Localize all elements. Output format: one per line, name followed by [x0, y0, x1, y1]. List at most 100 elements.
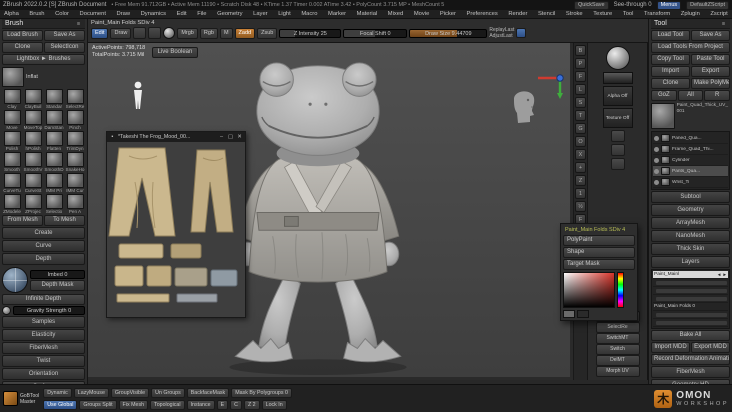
subtool-item[interactable]: Cylinder: [653, 155, 728, 166]
brush-thumbnail[interactable]: [4, 173, 21, 188]
stroke-type-icon[interactable]: [133, 27, 146, 39]
shelf-plugin-button[interactable]: Switch: [596, 344, 640, 355]
subtool-thumbnail[interactable]: [661, 145, 670, 153]
m-toggle[interactable]: M: [220, 28, 233, 39]
bottom-shelf-button[interactable]: LazyMouse: [74, 388, 109, 398]
bottom-shelf-button[interactable]: Fix Mesh: [119, 400, 149, 410]
brush-thumbnail[interactable]: [46, 152, 63, 167]
brush-section-header[interactable]: Orientation: [2, 368, 85, 380]
layer-context-popup[interactable]: Paint_Main Folds SDiv 4 PolyPaintShapeTa…: [560, 223, 638, 321]
tool-action-button[interactable]: Export: [691, 66, 730, 77]
layer-action-button[interactable]: Export MDD: [691, 342, 730, 353]
layer-intensity-bar[interactable]: [656, 321, 727, 325]
brush-thumbnail[interactable]: [46, 89, 63, 104]
transform-gizmo[interactable]: [536, 69, 574, 99]
draw-size-slider[interactable]: Draw Size 9.44709: [409, 29, 487, 38]
floor-grid-icon[interactable]: F: [575, 71, 586, 82]
transparency-icon[interactable]: T: [575, 110, 586, 121]
layer-item[interactable]: Paint_Main Folds 0: [653, 303, 728, 311]
bottom-shelf-button[interactable]: Un Groups: [151, 388, 185, 398]
brush-item[interactable]: SelectRe: [65, 89, 85, 109]
brush-thumbnail[interactable]: [25, 173, 42, 188]
brush-mesh-button[interactable]: From Mesh: [2, 215, 43, 226]
palette-collapse-icon[interactable]: ≡: [720, 21, 727, 27]
brush-item[interactable]: Smooth: [2, 152, 22, 172]
tool-action-button[interactable]: R: [704, 90, 730, 101]
bottom-shelf-button[interactable]: Mask By Polygroups 0: [231, 388, 292, 398]
brush-mesh-button[interactable]: To Mesh: [44, 215, 85, 226]
reference-window-titlebar[interactable]: ▪ *Takeshi The Frog_Mood_00... – ▢ ✕: [107, 132, 245, 142]
brush-item[interactable]: Move: [2, 110, 22, 130]
subtool-item[interactable]: Wrist_Ti: [653, 177, 728, 188]
current-brush[interactable]: Inflat: [2, 67, 85, 87]
bottom-shelf-button[interactable]: Groups Split: [79, 400, 116, 410]
brush-item[interactable]: MoveTop: [23, 110, 43, 130]
tool-action-button[interactable]: Import: [651, 66, 690, 77]
layer-intensity-bar[interactable]: [656, 289, 727, 293]
hue-bar[interactable]: [617, 272, 624, 308]
layer-intensity-bar[interactable]: [656, 281, 727, 285]
tool-section-header[interactable]: Geometry: [651, 204, 730, 216]
material-selector-icon[interactable]: [163, 27, 175, 39]
menu-item[interactable]: Brush: [29, 11, 44, 17]
menu-item[interactable]: Edit: [177, 11, 187, 17]
tool-section-header[interactable]: NanoMesh: [651, 230, 730, 242]
menu-item[interactable]: Color: [55, 11, 69, 17]
xpose-icon[interactable]: X: [575, 149, 586, 160]
draw-mode-button[interactable]: Draw: [110, 28, 131, 39]
brush-item[interactable]: hPolish: [23, 131, 43, 151]
brush-action-button[interactable]: Save As: [44, 30, 85, 41]
brush-thumbnail[interactable]: [4, 89, 21, 104]
tool-action-button[interactable]: GoZ: [651, 90, 677, 101]
brush-item[interactable]: ZModele: [2, 194, 22, 214]
menu-item[interactable]: Stencil: [538, 11, 555, 17]
brush-item[interactable]: Polish: [2, 131, 22, 151]
see-through-slider[interactable]: See-through 0: [614, 2, 652, 8]
tool-section-header[interactable]: FiberMesh: [651, 366, 730, 378]
brush-thumbnail[interactable]: [4, 110, 21, 125]
visibility-eye-icon[interactable]: [654, 169, 659, 174]
tool-action-button[interactable]: Load Tools From Project: [651, 42, 730, 53]
stroke-icon[interactable]: [611, 144, 625, 156]
texture-thumbnail[interactable]: Texture Off: [603, 108, 633, 128]
subtool-item[interactable]: Paned_Qua...: [653, 133, 728, 144]
bottom-shelf-button[interactable]: Z 2: [244, 400, 260, 410]
menu-item[interactable]: Transform: [644, 11, 670, 17]
layer-item[interactable]: [653, 311, 728, 319]
brush-section-header[interactable]: Twist: [2, 355, 85, 367]
layer-item[interactable]: [653, 319, 728, 327]
menu-item[interactable]: Render: [508, 11, 527, 17]
brush-action-button[interactable]: SelectIcon: [44, 42, 85, 53]
brush-thumbnail[interactable]: [67, 89, 84, 104]
menus-button[interactable]: Menus: [657, 1, 682, 10]
brush-item[interactable]: ClayBuil: [23, 89, 43, 109]
menu-item[interactable]: Geometry: [217, 11, 242, 17]
rgb-toggle[interactable]: Rgb: [200, 28, 218, 39]
lightbox-brushes-button[interactable]: Lightbox ► Brushes: [2, 54, 85, 65]
gyro-icon[interactable]: [611, 130, 625, 142]
subtool-item[interactable]: Pants_Qua...: [653, 166, 728, 177]
minimize-icon[interactable]: –: [218, 134, 225, 140]
menu-item[interactable]: Stroke: [566, 11, 583, 17]
bpr-render-icon[interactable]: B: [575, 45, 586, 56]
brush-thumbnail[interactable]: [67, 173, 84, 188]
aa-half-icon[interactable]: ½: [575, 201, 586, 212]
brush-item[interactable]: TrimDyn: [65, 131, 85, 151]
tool-action-button[interactable]: Clone: [651, 78, 690, 89]
zadd-toggle[interactable]: Zadd: [235, 28, 256, 39]
depth-mask-button[interactable]: Depth Mask: [30, 280, 85, 291]
layer-action-button[interactable]: Record Deformation Animation: [651, 354, 730, 365]
brush-item[interactable]: CurveTu: [2, 173, 22, 193]
alpha-selector-icon[interactable]: [148, 27, 161, 39]
menu-item[interactable]: Movie: [414, 11, 429, 17]
menu-item[interactable]: Light: [278, 11, 291, 17]
reference-image-window[interactable]: ▪ *Takeshi The Frog_Mood_00... – ▢ ✕: [106, 131, 246, 318]
visibility-eye-icon[interactable]: [654, 180, 659, 185]
depth-preview-sphere[interactable]: [2, 267, 28, 293]
pin-icon[interactable]: ▪: [109, 134, 116, 140]
bottom-shelf-button[interactable]: Instance: [187, 400, 215, 410]
brush-item[interactable]: Pen A: [65, 194, 85, 214]
subtool-thumbnail[interactable]: [661, 167, 670, 175]
brush-thumbnail[interactable]: [67, 152, 84, 167]
brush-thumbnail[interactable]: [4, 131, 21, 146]
